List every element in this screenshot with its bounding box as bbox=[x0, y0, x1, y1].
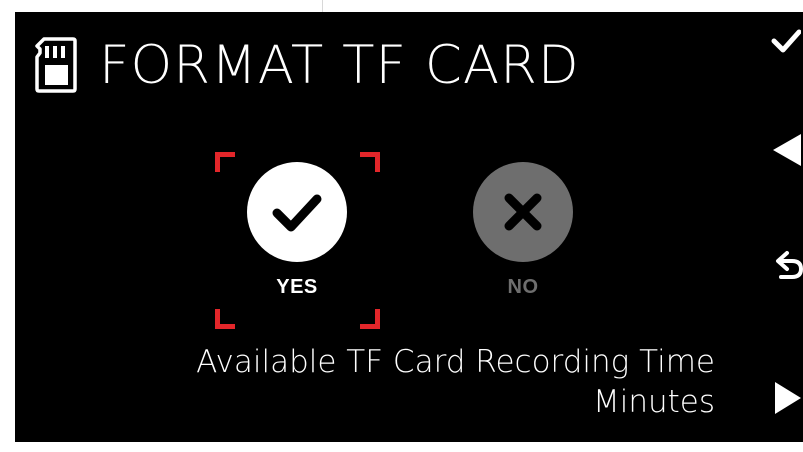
recording-time-info: Available TF Card Recording Time Minutes bbox=[196, 342, 715, 422]
check-icon[interactable] bbox=[771, 26, 801, 56]
triangle-left-icon[interactable] bbox=[771, 132, 801, 168]
recording-time-unit: Minutes bbox=[592, 384, 715, 420]
title-bar: FORMAT TF CARD bbox=[35, 30, 580, 100]
yes-option[interactable]: YES bbox=[237, 162, 357, 299]
sd-card-icon bbox=[35, 37, 77, 93]
no-option[interactable]: NO bbox=[463, 162, 583, 299]
format-tf-card-screen: FORMAT TF CARD YES NO Available TF Card … bbox=[15, 12, 803, 442]
selection-bracket-top-right bbox=[360, 152, 380, 172]
yes-button[interactable] bbox=[247, 162, 347, 262]
no-button[interactable] bbox=[473, 162, 573, 262]
x-icon bbox=[504, 193, 542, 231]
recording-time-label: Available TF Card Recording Time bbox=[196, 344, 715, 380]
triangle-right-icon[interactable] bbox=[773, 380, 803, 416]
no-label: NO bbox=[507, 276, 539, 298]
device-frame: FORMAT TF CARD YES NO Available TF Card … bbox=[0, 0, 803, 452]
selection-bracket-bottom-right bbox=[360, 309, 380, 329]
yes-label: YES bbox=[276, 276, 318, 298]
selection-bracket-bottom-left bbox=[215, 309, 235, 329]
divider bbox=[322, 0, 323, 12]
back-arrow-icon[interactable] bbox=[775, 250, 803, 282]
check-icon bbox=[272, 194, 322, 232]
selection-bracket-top-left bbox=[215, 152, 235, 172]
page-title: FORMAT TF CARD bbox=[99, 34, 580, 96]
